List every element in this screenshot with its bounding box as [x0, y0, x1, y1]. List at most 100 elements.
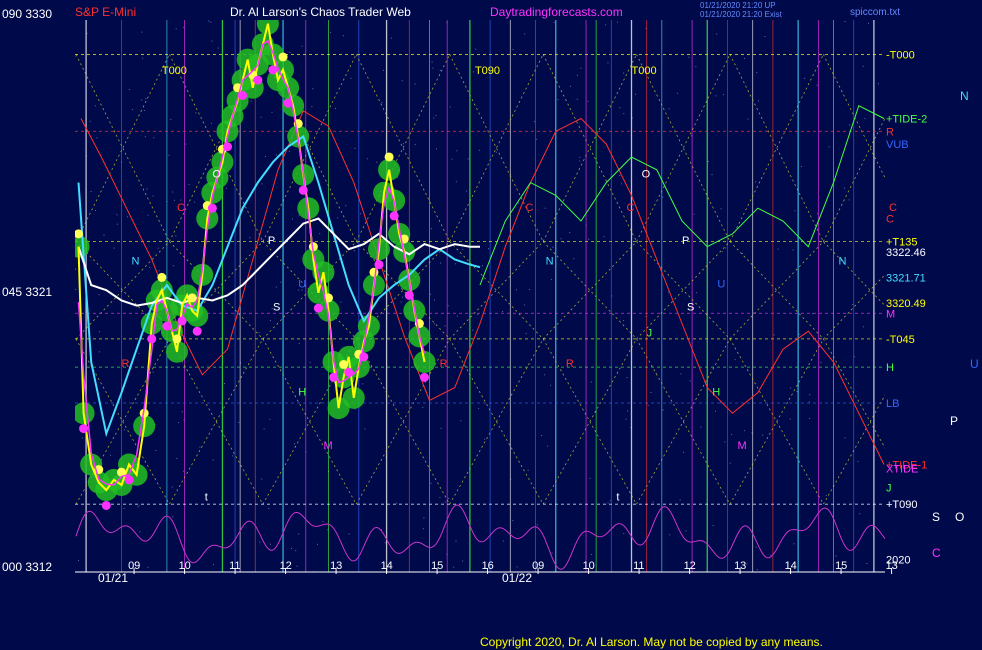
star-dot: [647, 405, 649, 407]
star-dot: [298, 343, 300, 345]
star-dot: [794, 210, 796, 212]
low-dot: [253, 75, 263, 85]
star-dot: [676, 92, 678, 94]
far-right-label-5: C: [932, 546, 941, 560]
star-dot: [359, 213, 361, 215]
star-dot: [844, 437, 846, 439]
high-dot: [339, 360, 349, 370]
star-dot: [171, 486, 173, 488]
site-url[interactable]: Daytradingforecasts.com: [490, 5, 623, 19]
star-dot: [172, 191, 174, 193]
star-dot: [353, 250, 355, 252]
star-dot: [768, 298, 770, 300]
star-dot: [560, 238, 562, 240]
star-dot: [430, 482, 432, 484]
star-dot: [580, 67, 582, 69]
star-dot: [224, 436, 226, 438]
star-dot: [685, 530, 687, 532]
right-label-14: XTIDE: [886, 463, 918, 475]
site-title: Dr. Al Larson's Chaos Trader Web: [230, 5, 411, 19]
star-dot: [679, 499, 681, 501]
high-dot: [278, 52, 288, 62]
star-dot: [337, 217, 339, 219]
star-dot: [455, 540, 457, 542]
data-file-name: spiccom.txt: [850, 7, 900, 18]
star-dot: [843, 187, 845, 189]
star-dot: [550, 384, 551, 386]
star-dot: [662, 409, 664, 411]
date-label-day1: 01/21: [98, 571, 128, 585]
star-dot: [573, 54, 575, 56]
star-dot: [309, 361, 311, 363]
star-dot: [455, 263, 457, 265]
star-dot: [259, 541, 261, 543]
star-dot: [859, 513, 861, 515]
star-dot: [275, 286, 277, 288]
star-dot: [217, 47, 219, 49]
star-dot: [812, 313, 813, 315]
star-dot: [551, 552, 553, 554]
planet-marker-7: H: [298, 386, 306, 398]
planet-marker-18: U: [717, 279, 725, 291]
planet-marker-0: N: [132, 256, 140, 268]
star-dot: [158, 270, 160, 272]
planet-marker-8: M: [323, 440, 332, 452]
planet-marker-24: C: [889, 202, 897, 214]
star-dot: [103, 234, 105, 236]
planet-marker-22: t: [616, 491, 619, 503]
left-axis-mid-label: 045 3321: [2, 285, 52, 299]
star-dot: [729, 462, 731, 464]
star-dot: [622, 320, 624, 322]
star-dot: [809, 418, 811, 419]
planet-marker-15: O: [642, 168, 651, 180]
star-dot: [467, 158, 469, 160]
planet-marker-11: C: [525, 202, 533, 214]
star-dot: [455, 181, 457, 183]
star-dot: [294, 443, 295, 445]
star-dot: [852, 304, 854, 305]
planet-marker-5: S: [273, 302, 280, 314]
low-dot: [207, 203, 217, 213]
star-dot: [462, 248, 464, 250]
star-dot: [809, 394, 811, 396]
star-dot: [625, 418, 627, 420]
star-dot: [342, 35, 344, 37]
star-dot: [444, 501, 446, 503]
star-dot: [137, 506, 139, 508]
star-dot: [484, 438, 486, 440]
right-label-7: 3321.71: [886, 272, 926, 284]
star-dot: [588, 238, 590, 240]
star-dot: [608, 105, 610, 107]
low-dot: [313, 303, 323, 313]
timestamp-exist: 01/21/2020 21:20 Exist: [700, 10, 783, 19]
star-dot: [98, 331, 100, 333]
high-dot: [187, 293, 197, 303]
right-label-12: LB: [886, 398, 899, 410]
star-dot: [319, 233, 321, 235]
star-dot: [820, 361, 822, 363]
star-dot: [473, 71, 474, 73]
star-dot: [712, 525, 714, 526]
star-dot: [176, 457, 178, 459]
star-dot: [477, 314, 479, 315]
star-dot: [689, 380, 691, 382]
star-dot: [138, 505, 140, 507]
star-dot: [238, 421, 240, 423]
star-dot: [434, 299, 435, 301]
star-dot: [249, 237, 251, 239]
high-dot: [157, 272, 167, 282]
star-dot: [322, 521, 324, 522]
right-label-15: J: [886, 483, 892, 495]
star-dot: [157, 247, 159, 249]
time-tick-label-6: 15: [431, 560, 443, 572]
star-dot: [722, 94, 724, 96]
star-dot: [525, 333, 527, 335]
star-dot: [128, 89, 130, 90]
star-dot: [431, 228, 432, 230]
star-dot: [652, 501, 654, 503]
star-dot: [147, 566, 149, 568]
star-dot: [116, 223, 118, 225]
star-dot: [173, 199, 175, 201]
right-label-2: R: [886, 126, 894, 138]
star-dot: [607, 62, 609, 64]
